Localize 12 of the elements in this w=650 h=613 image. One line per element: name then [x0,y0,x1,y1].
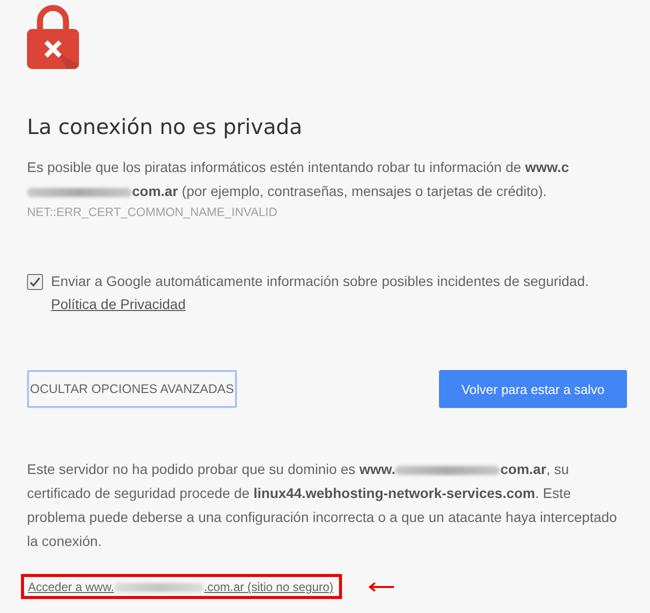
back-to-safety-button[interactable]: Volver para estar a salvo [439,370,627,408]
lock-error-icon [27,5,79,69]
warning-message: Es posible que los piratas informáticos estén intentando robar tu información de www.c com.ar (por ejemplo, contraseñas, mensajes o tarjetas de crédito). [27,158,570,201]
details-paragraph: Este servidor no ha podido probar que su dominio es www. com.ar, su certificado de seguridad procede de linux44.webhosting-network-services.com. Este problema puede deberse a una configuración incorrecta o a que un atacante haya interceptado la conexión. [27,460,618,551]
privacy-policy-link[interactable]: Política de Privacidad [51,296,186,312]
proceed-unsafe-link[interactable]: Acceder a www. .com.ar (sitio no seguro) [28,580,334,594]
page-heading: La conexión no es privada [27,114,304,141]
checkbox[interactable] [27,274,43,290]
arrow-icon [368,582,394,592]
report-consent-text: Enviar a Google automáticamente información sobre posibles incidentes de seguridad. Política de Privacidad [51,272,590,314]
hide-advanced-button[interactable]: OCULTAR OPCIONES AVANZADAS [27,370,237,408]
error-code: NET::ERR_CERT_COMMON_NAME_INVALID [27,205,278,219]
